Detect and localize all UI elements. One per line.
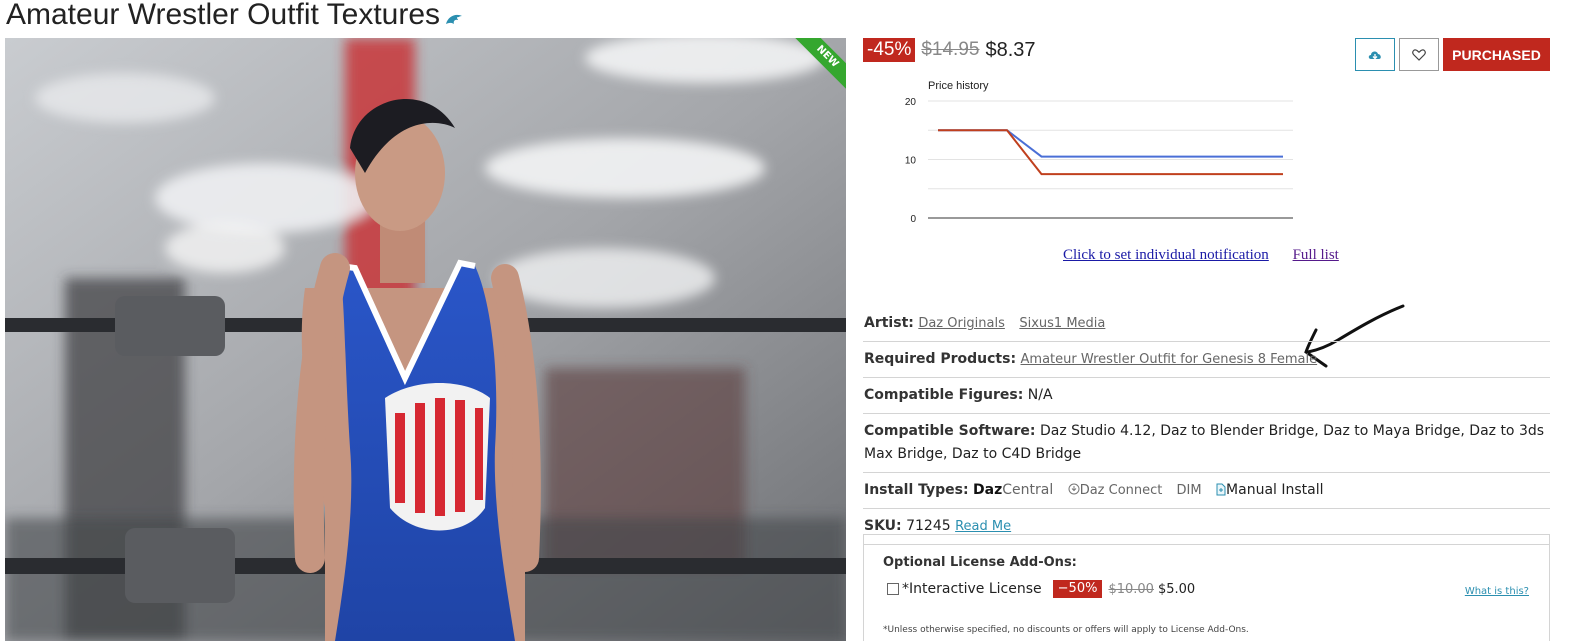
required-products-label: Required Products: xyxy=(864,351,1017,367)
daz-central-daz: Daz xyxy=(973,482,1003,498)
install-types-label: Install Types: xyxy=(864,482,969,498)
chart-y-tick-label: 10 xyxy=(905,156,917,167)
artist-label: Artist: xyxy=(864,315,914,331)
sku-label: SKU: xyxy=(864,518,902,534)
chart-plot: 20 10 0 xyxy=(905,97,1293,225)
notification-links: Click to set individual notification Ful… xyxy=(1063,247,1339,264)
chart-title: Price history xyxy=(928,80,989,92)
daz-connect-label: Daz Connect xyxy=(1079,483,1163,498)
interactive-license-checkbox[interactable] xyxy=(887,583,899,595)
compatible-figures-label: Compatible Figures: xyxy=(864,387,1024,403)
chart-series-line-0 xyxy=(938,129,1283,158)
license-addons: Optional License Add-Ons: *Interactive L… xyxy=(863,534,1550,641)
install-dim: DIM xyxy=(1176,483,1202,498)
chart-y-tick-label: 20 xyxy=(905,97,917,108)
compatible-figures-value: N/A xyxy=(1027,387,1053,403)
download-button[interactable] xyxy=(1355,38,1395,71)
set-notification-link[interactable]: Click to set individual notification xyxy=(1063,247,1269,263)
license-title: Optional License Add-Ons: xyxy=(883,555,1077,570)
artist-link-daz-originals[interactable]: Daz Originals xyxy=(918,316,1005,331)
compatible-software-row: Compatible Software: Daz Studio 4.12, Da… xyxy=(863,414,1550,473)
product-details: Artist: Daz Originals Sixus1 Media Requi… xyxy=(863,306,1550,545)
license-discount-badge: −50% xyxy=(1052,580,1103,598)
daz-connect-icon xyxy=(1068,483,1080,495)
product-title: Amateur Wrestler Outfit Textures xyxy=(6,0,464,32)
heart-icon xyxy=(1412,48,1426,61)
price-row: -45% $14.95 $8.37 xyxy=(863,37,1036,63)
cloud-download-icon xyxy=(1368,50,1381,59)
license-original-price: $10.00 xyxy=(1108,581,1154,597)
install-types-row: Install Types: DazCentral Daz Connect DI… xyxy=(863,473,1550,509)
compatible-software-label: Compatible Software: xyxy=(864,423,1036,439)
manual-install-label: Manual Install xyxy=(1226,482,1324,498)
required-product-link[interactable]: Amateur Wrestler Outfit for Genesis 8 Fe… xyxy=(1021,352,1318,367)
new-ribbon-label: NEW xyxy=(794,38,846,90)
sale-price: $8.37 xyxy=(985,38,1036,61)
chart-y-tick-label: 0 xyxy=(910,214,916,225)
license-note: *Unless otherwise specified, no discount… xyxy=(883,625,1249,635)
license-sale-price: $5.00 xyxy=(1157,581,1196,597)
product-title-text: Amateur Wrestler Outfit Textures xyxy=(6,0,441,31)
full-list-link[interactable]: Full list xyxy=(1293,247,1339,263)
product-photo xyxy=(5,38,846,641)
daz-dragon-icon xyxy=(444,4,464,24)
required-products-row: Required Products: Amateur Wrestler Outf… xyxy=(863,342,1550,378)
chart-series-line-1 xyxy=(938,129,1283,176)
product-actions: PURCHASED xyxy=(1355,38,1550,71)
new-ribbon: NEW xyxy=(794,38,846,90)
install-daz-central: DazCentral xyxy=(973,482,1053,498)
discount-badge: -45% xyxy=(863,38,916,62)
artist-link-sixus1[interactable]: Sixus1 Media xyxy=(1019,316,1105,331)
compatible-figures-row: Compatible Figures: N/A xyxy=(863,378,1550,414)
file-icon xyxy=(1216,483,1226,496)
what-is-this-link[interactable]: What is this? xyxy=(1465,586,1529,597)
install-manual: Manual Install xyxy=(1216,482,1324,498)
install-daz-connect: Daz Connect xyxy=(1068,483,1167,498)
interactive-license-label: *Interactive License xyxy=(902,581,1042,597)
price-history-chart: Price history 20 10 0 xyxy=(895,76,1305,236)
product-image[interactable]: NEW xyxy=(5,38,846,641)
purchased-button[interactable]: PURCHASED xyxy=(1443,38,1550,71)
daz-central-central: Central xyxy=(1002,482,1054,498)
sku-value: 71245 xyxy=(906,518,951,534)
original-price: $14.95 xyxy=(921,39,980,60)
wishlist-button[interactable] xyxy=(1399,38,1439,71)
read-me-link[interactable]: Read Me xyxy=(955,519,1011,534)
artist-row: Artist: Daz Originals Sixus1 Media xyxy=(863,306,1550,342)
license-option: *Interactive License −50% $10.00 $5.00 xyxy=(887,580,1195,598)
